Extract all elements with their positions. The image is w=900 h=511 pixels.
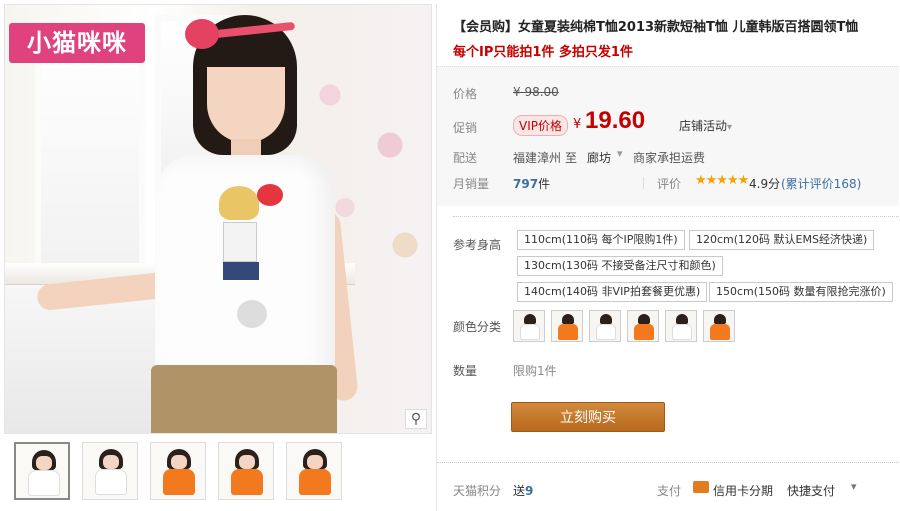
- print-bow: [257, 184, 283, 206]
- color-swatches: [513, 310, 735, 342]
- model-pants: [151, 365, 337, 433]
- background-cabinet: [5, 285, 155, 433]
- color-swatch[interactable]: [513, 310, 545, 342]
- monthly-sales: 797件: [513, 175, 550, 192]
- chevron-down-icon[interactable]: ▾: [617, 147, 623, 160]
- points-prefix: 送: [513, 484, 526, 498]
- thumbnail[interactable]: [286, 442, 342, 500]
- original-price-label: 价格: [453, 87, 478, 101]
- quick-pay-option[interactable]: 快捷支付: [787, 482, 835, 499]
- shipping-label: 配送: [453, 151, 478, 165]
- color-swatch[interactable]: [703, 310, 735, 342]
- main-product-image[interactable]: 小猫咪咪 ⚲: [4, 4, 432, 434]
- zoom-icon[interactable]: ⚲: [405, 409, 427, 429]
- quantity-label: 数量: [453, 364, 478, 378]
- price-box: 价格 ¥ 98.00 促销 VIP价格 ¥ 19.60 店铺活动▾ 配送 福建漳…: [437, 66, 899, 206]
- review-count-link[interactable]: (累计评价168): [781, 175, 861, 192]
- color-swatch[interactable]: [665, 310, 697, 342]
- print-dress: [223, 222, 257, 262]
- sales-count: 797: [513, 177, 539, 191]
- original-price: ¥ 98.00: [513, 85, 559, 99]
- thumbnail[interactable]: [150, 442, 206, 500]
- product-subtitle: 每个IP只能拍1件 多拍只发1件: [453, 45, 633, 60]
- headband-bow: [185, 19, 219, 49]
- product-title: 【会员购】女童夏装纯棉T恤2013新款短袖T恤 儿童韩版百搭圆领T恤: [453, 20, 859, 35]
- chevron-down-icon: ▾: [727, 122, 733, 133]
- size-option[interactable]: 110cm(110码 每个IP限购1件): [517, 230, 685, 250]
- ship-to-select[interactable]: 廊坊: [587, 149, 611, 166]
- tshirt-print: [197, 180, 287, 340]
- color-swatch[interactable]: [627, 310, 659, 342]
- divider: [643, 177, 644, 189]
- color-label: 颜色分类: [453, 320, 502, 334]
- size-option[interactable]: 140cm(140码 非VIP拍套餐更优惠): [517, 282, 708, 302]
- buy-now-button[interactable]: 立刻购买: [511, 402, 665, 432]
- store-promo-dropdown[interactable]: 店铺活动▾: [679, 117, 732, 134]
- thumbnail-strip: [14, 442, 342, 500]
- thumbnail[interactable]: [82, 442, 138, 500]
- color-swatch[interactable]: [589, 310, 621, 342]
- sales-unit: 件: [538, 177, 551, 191]
- credit-card-icon: [693, 481, 709, 493]
- thumbnail[interactable]: [14, 442, 70, 500]
- ship-from: 福建漳州: [513, 151, 562, 165]
- divider: [453, 216, 899, 217]
- chevron-down-icon[interactable]: ▾: [851, 480, 857, 493]
- payment-label: 支付: [657, 484, 682, 498]
- promo-price: 19.60: [585, 107, 646, 134]
- rating-stars-icon: ★★★★★: [695, 173, 749, 188]
- background-window: [35, 35, 145, 285]
- review-label: 评价: [657, 177, 682, 191]
- print-hair: [219, 186, 259, 220]
- size-option[interactable]: 120cm(120码 默认EMS经济快递): [689, 230, 875, 250]
- installment-option[interactable]: 信用卡分期: [713, 482, 773, 499]
- product-info-panel: 【会员购】女童夏装纯棉T恤2013新款短袖T恤 儿童韩版百搭圆领T恤 每个IP只…: [436, 4, 899, 511]
- product-page: 小猫咪咪 ⚲ 【会员购】女童夏装纯棉T恤2013新款短袖T恤 儿童韩版百搭圆领T…: [0, 0, 900, 511]
- size-option[interactable]: 150cm(150码 数量有限抢完涨价): [709, 282, 893, 302]
- thumbnail[interactable]: [218, 442, 274, 500]
- rating-score: 4.9分: [749, 177, 781, 191]
- divider: [437, 462, 899, 463]
- model-girl: [36, 5, 359, 433]
- quantity-limit: 限购1件: [513, 364, 557, 378]
- vip-badge: VIP价格: [513, 115, 568, 136]
- ship-to-label: 至: [565, 151, 578, 165]
- print-dog: [237, 300, 267, 328]
- shipping-note: 商家承担运费: [633, 151, 706, 165]
- promo-price-label: 促销: [453, 121, 478, 135]
- points-value: 送9: [513, 482, 533, 499]
- points-label: 天猫积分: [453, 484, 502, 498]
- currency-symbol: ¥: [573, 117, 582, 132]
- size-option[interactable]: 130cm(130码 不接受备注尺寸和颜色): [517, 256, 723, 276]
- sales-label: 月销量: [453, 177, 490, 191]
- store-promo-label: 店铺活动: [679, 119, 728, 133]
- size-label: 参考身高: [453, 238, 502, 252]
- points-number: 9: [525, 484, 534, 498]
- color-swatch[interactable]: [551, 310, 583, 342]
- print-shorts: [223, 262, 259, 280]
- brand-logo: 小猫咪咪: [9, 23, 145, 63]
